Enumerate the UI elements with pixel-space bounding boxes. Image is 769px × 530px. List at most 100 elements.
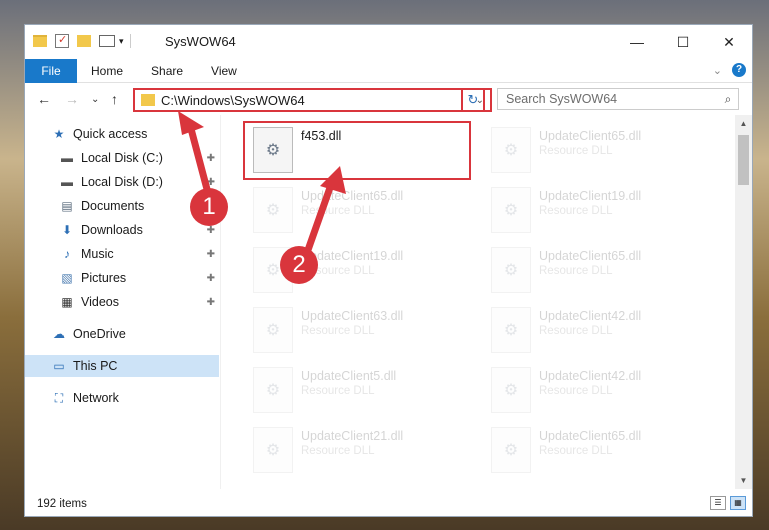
sidebar-item-label: OneDrive <box>73 327 126 341</box>
file-type: Resource DLL <box>301 385 375 397</box>
drive-icon: ▬ <box>61 175 73 189</box>
file-item[interactable]: ⚙ UpdateClient65.dll Resource DLL <box>485 421 713 477</box>
dll-file-icon: ⚙ <box>253 187 293 233</box>
pictures-icon: ▧ <box>61 271 73 285</box>
pin-icon: ✚ <box>206 224 215 236</box>
sidebar-item-label: Music <box>81 247 114 261</box>
cloud-icon: ☁ <box>53 327 65 341</box>
recent-locations-button[interactable]: ⌄ <box>91 94 99 105</box>
file-name: UpdateClient65.dll <box>539 129 642 143</box>
sidebar-item-network[interactable]: ⛶ Network <box>25 387 219 409</box>
up-button[interactable]: ↑ <box>111 91 118 107</box>
file-name: UpdateClient19.dll <box>539 189 642 203</box>
status-bar: 192 items ☰ ▦ <box>25 491 752 516</box>
sidebar-item-label: Network <box>73 391 119 405</box>
file-item[interactable]: ⚙ UpdateClient5.dll Resource DLL <box>247 361 475 417</box>
video-icon: ▦ <box>61 295 73 309</box>
vertical-scrollbar[interactable]: ▲ ▼ <box>735 115 752 489</box>
pin-icon: ✚ <box>206 296 215 308</box>
toolbar-divider <box>129 34 131 48</box>
refresh-button[interactable]: ↻ <box>461 88 485 112</box>
file-type: Resource DLL <box>301 325 375 337</box>
file-type: Resource DLL <box>539 145 613 157</box>
tiles-view-icon[interactable]: ▦ <box>730 496 746 510</box>
sidebar-item-this-pc[interactable]: ▭ This PC <box>25 355 219 377</box>
title-bar: ▾ SysWOW64 — ☐ ✕ <box>25 25 752 59</box>
view-icon[interactable] <box>99 35 115 47</box>
star-icon: ★ <box>53 127 65 141</box>
file-type: Resource DLL <box>301 445 375 457</box>
sidebar-item-label: Pictures <box>81 271 127 285</box>
navigation-bar: ← → ⌄ ↑ C:\Windows\SysWOW64 ⌄ ↻ Search S… <box>25 85 752 115</box>
sidebar-item-label: Videos <box>81 295 119 309</box>
minimize-button[interactable]: — <box>614 25 660 59</box>
computer-icon: ▭ <box>53 359 65 373</box>
drive-icon: ▬ <box>61 151 73 165</box>
music-icon: ♪ <box>64 247 70 261</box>
file-item[interactable]: ⚙ UpdateClient65.dll Resource DLL <box>485 121 713 177</box>
new-folder-icon[interactable] <box>77 35 91 47</box>
help-icon[interactable]: ? <box>732 63 746 77</box>
close-button[interactable]: ✕ <box>706 25 752 59</box>
dll-file-icon: ⚙ <box>491 427 531 473</box>
file-name: UpdateClient5.dll <box>301 369 397 383</box>
dll-file-icon: ⚙ <box>491 187 531 233</box>
window-title: SysWOW64 <box>165 34 236 49</box>
search-box[interactable]: Search SysWOW64 ⌕ <box>497 88 739 110</box>
item-count: 192 items <box>37 498 87 510</box>
dll-file-icon: ⚙ <box>491 367 531 413</box>
properties-icon[interactable] <box>55 33 69 48</box>
ribbon-tabs: File Home Share View ⌄ ? <box>25 58 752 83</box>
explorer-window: ▾ SysWOW64 — ☐ ✕ File Home Share View ⌄ … <box>24 24 753 517</box>
file-type: Resource DLL <box>539 325 613 337</box>
dll-file-icon: ⚙ <box>491 307 531 353</box>
step-badge-1: 1 <box>190 188 228 226</box>
dll-file-icon: ⚙ <box>253 367 293 413</box>
file-item[interactable]: ⚙ UpdateClient19.dll Resource DLL <box>485 181 713 237</box>
tab-view[interactable]: View <box>197 59 251 83</box>
maximize-button[interactable]: ☐ <box>660 25 706 59</box>
scroll-up-icon[interactable]: ▲ <box>735 115 752 132</box>
sidebar-item-label: This PC <box>73 359 118 373</box>
file-item[interactable]: ⚙ UpdateClient42.dll Resource DLL <box>485 361 713 417</box>
sidebar-item-downloads[interactable]: ⬇ Downloads ✚ <box>25 219 219 241</box>
tab-share[interactable]: Share <box>137 59 197 83</box>
file-item[interactable]: ⚙ UpdateClient63.dll Resource DLL <box>247 301 475 357</box>
file-item[interactable]: ⚙ UpdateClient65.dll Resource DLL <box>247 181 475 237</box>
tab-file[interactable]: File <box>25 58 77 83</box>
file-name: UpdateClient63.dll <box>301 309 404 323</box>
download-icon: ⬇ <box>61 223 73 237</box>
details-view-icon[interactable]: ☰ <box>710 496 726 510</box>
file-name: UpdateClient65.dll <box>539 429 642 443</box>
file-name: UpdateClient21.dll <box>301 429 404 443</box>
scroll-down-icon[interactable]: ▼ <box>735 472 752 489</box>
file-type: Resource DLL <box>539 385 613 397</box>
file-name: UpdateClient42.dll <box>539 369 642 383</box>
back-button[interactable]: ← <box>37 91 51 107</box>
scroll-thumb[interactable] <box>738 135 749 185</box>
sidebar-item-label: Documents <box>81 199 145 213</box>
sidebar-item-label: Downloads <box>81 223 143 237</box>
expand-ribbon-icon[interactable]: ⌄ <box>713 64 722 77</box>
forward-button[interactable]: → <box>65 91 79 107</box>
file-name: UpdateClient65.dll <box>539 249 642 263</box>
dll-file-icon: ⚙ <box>253 427 293 473</box>
folder-icon[interactable] <box>33 35 47 47</box>
pin-icon: ✚ <box>206 272 215 284</box>
customize-toolbar-chevron-icon[interactable]: ▾ <box>119 36 124 47</box>
document-icon: ▤ <box>61 199 73 213</box>
sidebar-item-music[interactable]: ♪ Music ✚ <box>25 243 219 265</box>
quick-access-toolbar: ▾ <box>33 33 137 48</box>
search-input[interactable]: Search SysWOW64 <box>506 92 718 106</box>
file-item[interactable]: ⚙ UpdateClient65.dll Resource DLL <box>485 241 713 297</box>
sidebar-item-videos[interactable]: ▦ Videos ✚ <box>25 291 219 313</box>
tab-home[interactable]: Home <box>77 59 137 83</box>
step-badge-2: 2 <box>280 246 318 284</box>
file-item[interactable]: ⚙ UpdateClient21.dll Resource DLL <box>247 421 475 477</box>
file-name: UpdateClient42.dll <box>539 309 642 323</box>
sidebar-item-onedrive[interactable]: ☁ OneDrive <box>25 323 219 345</box>
sidebar-item-pictures[interactable]: ▧ Pictures ✚ <box>25 267 219 289</box>
file-item[interactable]: ⚙ UpdateClient42.dll Resource DLL <box>485 301 713 357</box>
dll-file-icon: ⚙ <box>491 247 531 293</box>
search-icon[interactable]: ⌕ <box>718 92 738 107</box>
